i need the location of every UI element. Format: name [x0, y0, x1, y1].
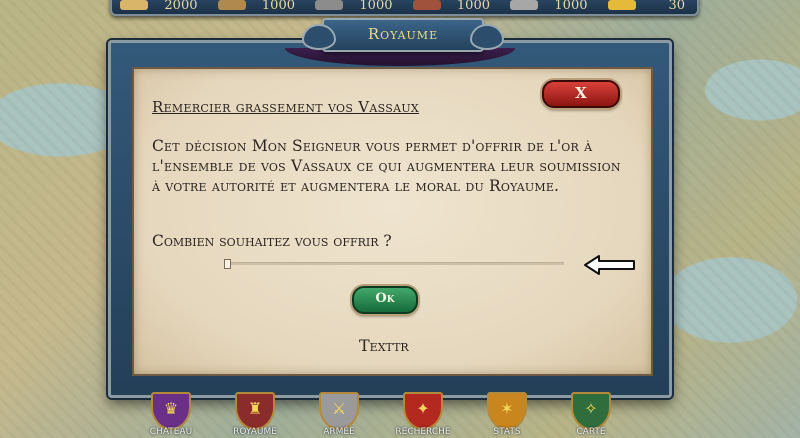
book-icon-glyph: ✦	[416, 399, 430, 418]
swords-icon-glyph: ⚔	[331, 399, 347, 418]
resource-bar: 2000 1000 1000 1000 1000 30	[110, 0, 699, 16]
compass-icon-glyph: ✧	[584, 399, 598, 418]
nav-recherche[interactable]: ✦ RECHERCHE	[393, 392, 453, 438]
nav-armee[interactable]: ⚔ ARMÉE	[309, 392, 369, 438]
resource-2: 1000	[210, 0, 308, 14]
eagle-icon-glyph: ✶	[500, 399, 514, 418]
close-button[interactable]: X	[542, 80, 620, 108]
bread-icon	[120, 0, 148, 10]
nav-label: CHATEAU	[149, 427, 193, 437]
castle-icon-glyph: ♜	[247, 399, 263, 418]
nav-carte[interactable]: ✧ CARTE	[561, 392, 621, 438]
slider-track	[224, 262, 564, 265]
nav-label: RECHERCHE	[395, 427, 451, 437]
nav-label: STATS	[493, 427, 521, 437]
nav-label: CARTE	[576, 427, 606, 437]
resource-value: 1000	[456, 0, 490, 13]
gold-amount-slider[interactable]	[224, 259, 564, 269]
resource-value: 2000	[164, 0, 198, 13]
resource-value: 30	[668, 0, 685, 13]
gold-icon	[607, 0, 636, 10]
footnote-text: Texttr	[359, 336, 409, 355]
ok-button[interactable]: Ok	[352, 286, 418, 314]
stone-icon	[510, 0, 538, 10]
dialog-body-text: Cet décision Mon Seigneur vous permet d'…	[152, 137, 621, 195]
iron-icon	[315, 0, 343, 10]
nav-royaume[interactable]: ♜ ROYAUME	[225, 392, 285, 438]
nav-label: ROYAUME	[233, 427, 277, 437]
resource-6: 30	[600, 0, 698, 14]
resource-value: 1000	[261, 0, 295, 13]
resource-value: 1000	[554, 0, 588, 13]
resource-3: 1000	[307, 0, 405, 14]
offer-question: Combien souhaitez vous offrir ?	[152, 232, 392, 250]
nav-chateau[interactable]: ♛ CHATEAU	[141, 392, 201, 438]
dialog-heading: Remercier grassement vos Vassaux	[152, 98, 420, 116]
left-arrow-icon	[584, 255, 635, 275]
crown-icon-glyph: ♛	[163, 399, 179, 418]
slider-thumb[interactable]	[224, 259, 231, 269]
dialog-title-tab: Royaume	[302, 18, 504, 52]
resource-4: 1000	[405, 0, 503, 14]
resource-value: 1000	[359, 0, 393, 13]
dialog-title: Royaume	[367, 25, 439, 43]
resource-1: 2000	[112, 0, 210, 14]
wood-icon	[217, 0, 246, 10]
nav-stats[interactable]: ✶ STATS	[477, 392, 537, 438]
resource-5: 1000	[502, 0, 600, 14]
nav-label: ARMÉE	[323, 427, 355, 437]
brick-icon	[412, 0, 441, 10]
